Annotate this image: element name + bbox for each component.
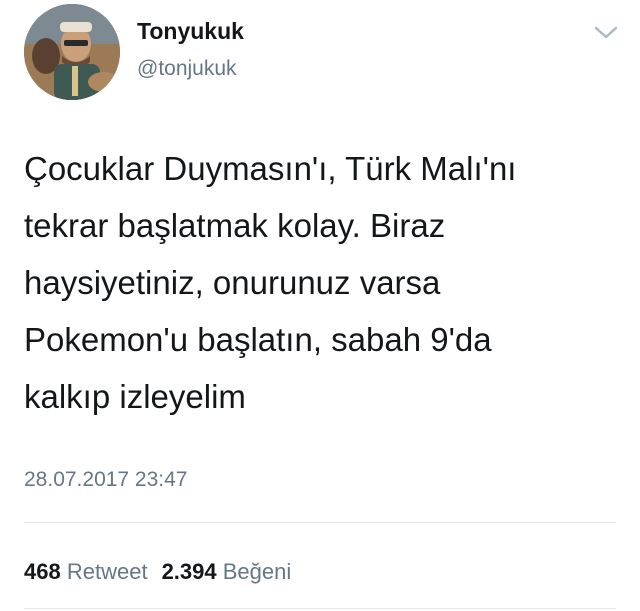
divider bbox=[24, 522, 616, 523]
like-label: Beğeni bbox=[222, 559, 292, 584]
like-count: 2.394 bbox=[161, 559, 217, 584]
retweet-stat[interactable]: 468 Retweet bbox=[24, 559, 148, 584]
tweet-card: Tonyukuk @tonjukuk Çocuklar Duymasın'ı, … bbox=[0, 0, 640, 611]
retweet-count: 468 bbox=[24, 559, 61, 584]
like-stat[interactable]: 2.394 Beğeni bbox=[162, 559, 292, 584]
tweet-stats: 468 Retweet 2.394 Beğeni bbox=[24, 557, 291, 587]
user-info: Tonyukuk @tonjukuk bbox=[137, 16, 244, 83]
display-name[interactable]: Tonyukuk bbox=[137, 16, 244, 46]
retweet-label: Retweet bbox=[66, 559, 148, 584]
avatar[interactable] bbox=[24, 4, 120, 100]
avatar-image bbox=[24, 4, 120, 100]
tweet-text: Çocuklar Duymasın'ı, Türk Malı'nı tekrar… bbox=[24, 150, 517, 415]
user-handle[interactable]: @tonjukuk bbox=[137, 55, 244, 83]
chevron-down-icon[interactable] bbox=[593, 22, 619, 42]
tweet-timestamp[interactable]: 28.07.2017 23:47 bbox=[24, 466, 188, 494]
divider bbox=[24, 608, 616, 609]
